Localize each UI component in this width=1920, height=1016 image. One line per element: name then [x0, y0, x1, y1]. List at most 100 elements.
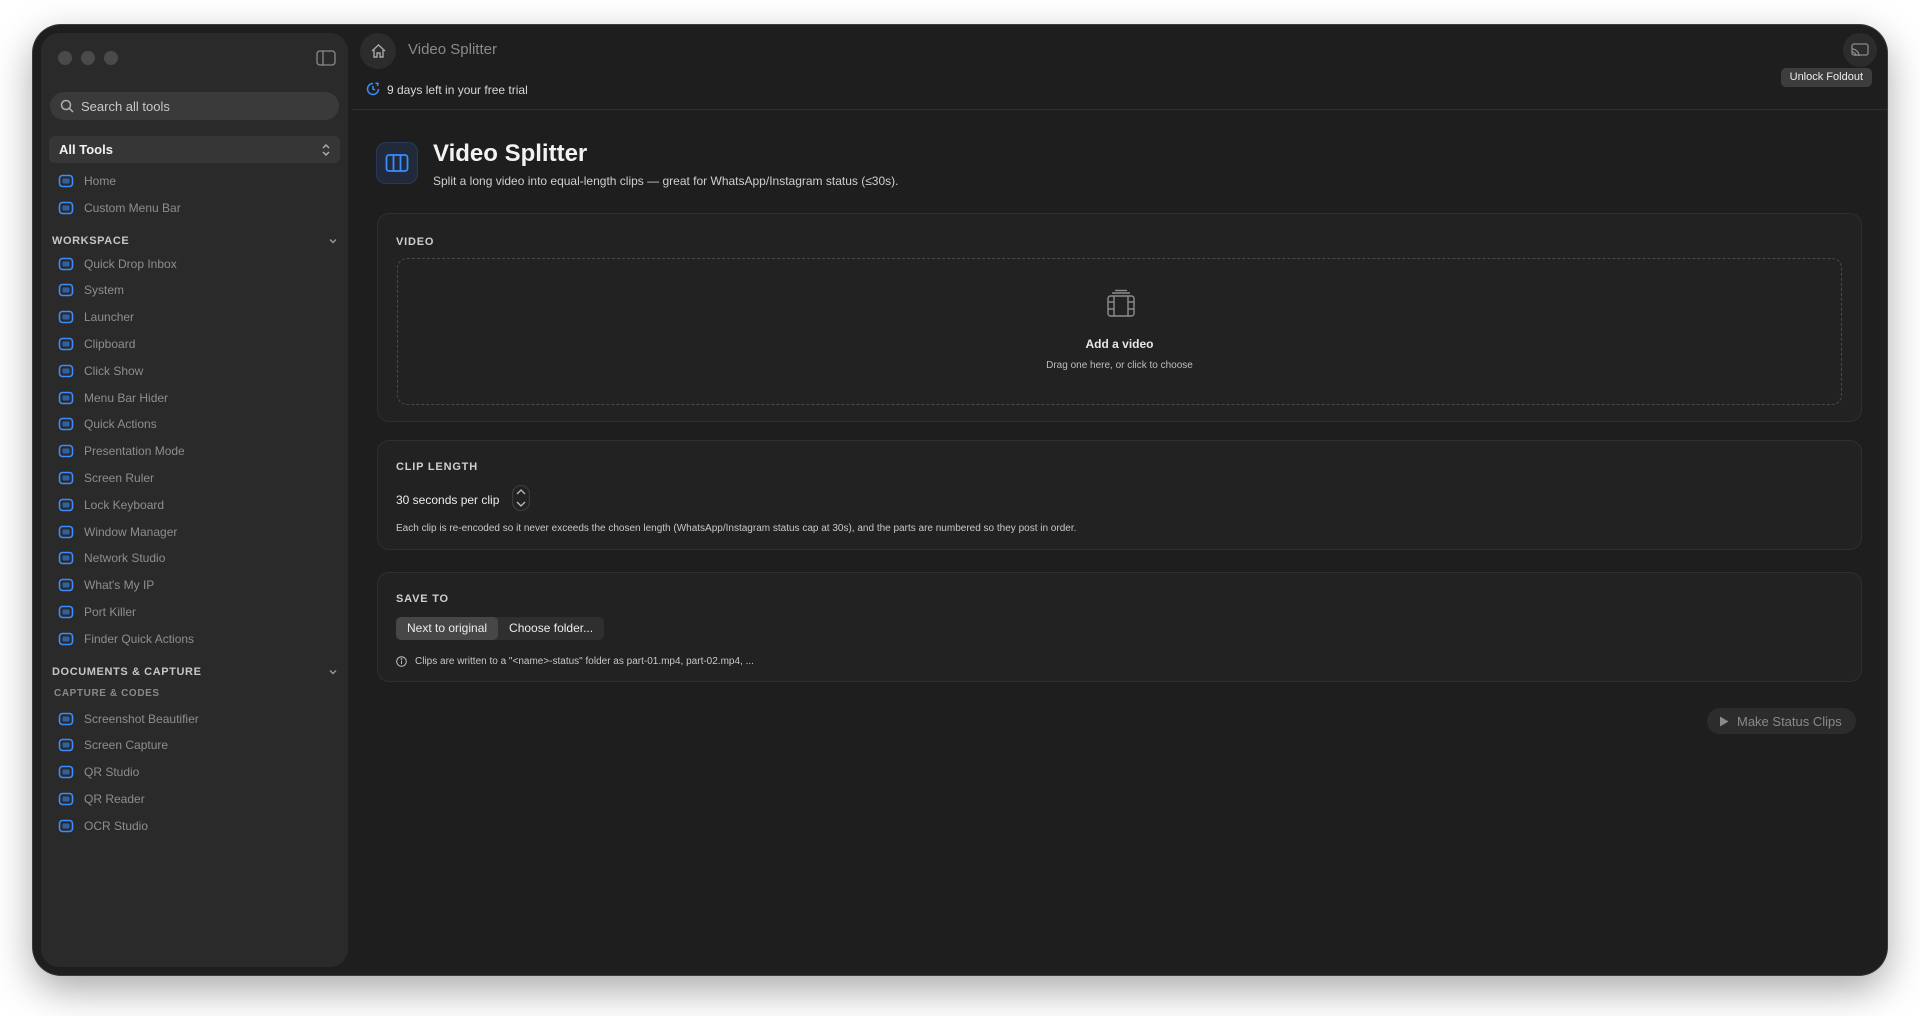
page-subtitle: Split a long video into equal-length cli… [433, 174, 899, 188]
sidebar-toggle-icon[interactable] [316, 50, 336, 66]
app-window: All Tools Home Custom Menu Bar WORKSPACE Qu… [33, 25, 1887, 975]
sidebar-item-label: QR Reader [84, 792, 145, 806]
sidebar-item-label: Network Studio [84, 551, 166, 566]
chevron-down-icon[interactable] [328, 236, 338, 246]
sparkle-icon [58, 632, 74, 646]
sidebar-item-label: Lock Keyboard [84, 497, 165, 512]
sidebar-item-quick-actions[interactable]: Quick Actions [51, 411, 337, 437]
sidebar-item-label: Screen Ruler [84, 471, 155, 485]
sidebar-item-label: Quick Actions [84, 417, 157, 432]
sidebar-item-quick-drop-inbox[interactable]: Quick Drop Inbox [51, 251, 337, 277]
sidebar-item-screenshot-beautifier[interactable]: Screenshot Beautifier [51, 706, 337, 732]
sidebar-section-header[interactable]: WORKSPACE [52, 235, 338, 247]
sidebar-item-custom-menu-bar[interactable]: Custom Menu Bar [51, 195, 337, 221]
screen-cast-icon [1851, 42, 1869, 56]
network-icon [58, 552, 74, 565]
sidebar-item-system[interactable]: System [51, 277, 337, 303]
sidebar-item-label: Launcher [84, 310, 135, 325]
sidebar-item-port-killer[interactable]: Port Killer [51, 599, 337, 625]
trial-banner: 9 days left in your free trial [351, 67, 1887, 110]
search-input[interactable] [81, 98, 321, 114]
ruler-icon [58, 471, 74, 485]
presentation-icon [58, 444, 74, 458]
save-info-text: Clips are written to a "<name>-status" f… [415, 656, 754, 667]
sidebar-item-home[interactable]: Home [51, 168, 337, 194]
sidebar-item-ocr-studio[interactable]: OCR Studio [51, 813, 337, 839]
sidebar-item-label: Quick Drop Inbox [84, 256, 177, 271]
port-icon [58, 605, 74, 619]
video-card-label: VIDEO [396, 236, 435, 248]
make-status-clips-button[interactable]: Make Status Clips [1707, 708, 1856, 734]
sidebar-section-header[interactable]: DOCUMENTS & CAPTURE [52, 666, 338, 678]
sidebar-item-label: Finder Quick Actions [84, 631, 195, 646]
save-location-segmented: Next to original Choose folder... [396, 617, 605, 640]
tool-filter-select[interactable]: All Tools [49, 136, 340, 163]
sidebar-item-presentation-mode[interactable]: Presentation Mode [51, 438, 337, 464]
save-choose-folder-option[interactable]: Choose folder... [498, 617, 604, 640]
sidebar-item-screen-ruler[interactable]: Screen Ruler [51, 465, 337, 491]
sidebar-item-what-s-my-ip[interactable]: What's My IP [51, 572, 337, 598]
window-controls [58, 51, 118, 65]
zoom-window-button[interactable] [104, 51, 118, 65]
clip-length-card: CLIP LENGTH 30 seconds per clip Each cli… [377, 440, 1862, 550]
sidebar-item-clipboard[interactable]: Clipboard [51, 331, 337, 357]
window-icon [58, 525, 74, 538]
search-field[interactable] [50, 92, 339, 120]
quick-actions-icon [58, 418, 74, 431]
sidebar-item-qr-studio[interactable]: QR Studio [51, 759, 337, 785]
clip-length-stepper[interactable] [512, 485, 530, 511]
sidebar-item-label: Menu Bar Hider [84, 390, 169, 405]
minimize-window-button[interactable] [81, 51, 95, 65]
info-icon [396, 656, 407, 667]
save-to-card: SAVE TO Next to original Choose folder..… [377, 572, 1862, 682]
video-splitter-app-icon [376, 142, 418, 184]
clip-length-hint: Each clip is re-encoded so it never exce… [396, 523, 1077, 534]
house-icon [58, 174, 74, 188]
video-dropzone[interactable]: Add a video Drag one here, or click to c… [397, 258, 1842, 405]
menubar-icon [58, 201, 74, 215]
sidebar: All Tools Home Custom Menu Bar WORKSPACE Qu… [41, 33, 348, 967]
dropzone-title: Add a video [1085, 337, 1154, 351]
sidebar-item-finder-quick-actions[interactable]: Finder Quick Actions [51, 626, 337, 652]
home-button[interactable] [360, 33, 396, 69]
sidebar-item-label: Window Manager [84, 524, 178, 539]
save-next-to-original-option[interactable]: Next to original [396, 617, 499, 640]
section-subtitle: CAPTURE & CODES [54, 687, 160, 699]
sidebar-item-menu-bar-hider[interactable]: Menu Bar Hider [51, 385, 337, 411]
sidebar-item-screen-capture[interactable]: Screen Capture [51, 732, 337, 758]
sidebar-item-lock-keyboard[interactable]: Lock Keyboard [51, 492, 337, 518]
dropzone-hint: Drag one here, or click to choose [1046, 360, 1193, 371]
unlock-button[interactable]: Unlock Foldout [1780, 68, 1872, 87]
trial-text: 9 days left in your free trial [387, 83, 528, 97]
close-window-button[interactable] [58, 51, 72, 65]
lock-icon [58, 498, 74, 512]
sidebar-item-label: Screen Capture [84, 738, 169, 753]
image-icon [58, 712, 74, 725]
sidebar-item-network-studio[interactable]: Network Studio [51, 545, 337, 571]
window-title: Video Splitter [408, 41, 497, 58]
chevron-down-icon[interactable] [328, 667, 338, 677]
sidebar-item-label: QR Studio [84, 765, 140, 780]
tool-filter-value: All Tools [59, 142, 113, 157]
columns-icon [385, 154, 409, 172]
clip-length-label: CLIP LENGTH [396, 461, 478, 473]
sidebar-item-click-show[interactable]: Click Show [51, 358, 337, 384]
video-card: VIDEO Add a video Drag one here, or clic… [377, 213, 1862, 422]
trial-clock-icon [366, 82, 380, 96]
sidebar-item-label: Home [84, 174, 117, 188]
sidebar-item-label: Click Show [84, 363, 144, 378]
sidebar-item-window-manager[interactable]: Window Manager [51, 519, 337, 545]
sidebar-item-label: Port Killer [84, 605, 137, 619]
qr-scan-icon [58, 792, 74, 806]
make-status-clips-label: Make Status Clips [1737, 713, 1842, 729]
qr-icon [58, 765, 74, 779]
sidebar-item-launcher[interactable]: Launcher [51, 304, 337, 330]
ocr-icon [58, 819, 74, 833]
globe-icon [58, 578, 74, 592]
sidebar-item-qr-reader[interactable]: QR Reader [51, 786, 337, 812]
sidebar-item-label: Clipboard [84, 337, 136, 351]
sidebar-item-label: Screenshot Beautifier [84, 711, 199, 726]
sidebar-item-label: System [84, 283, 125, 298]
display-button[interactable] [1843, 33, 1877, 67]
click-icon [58, 364, 74, 378]
